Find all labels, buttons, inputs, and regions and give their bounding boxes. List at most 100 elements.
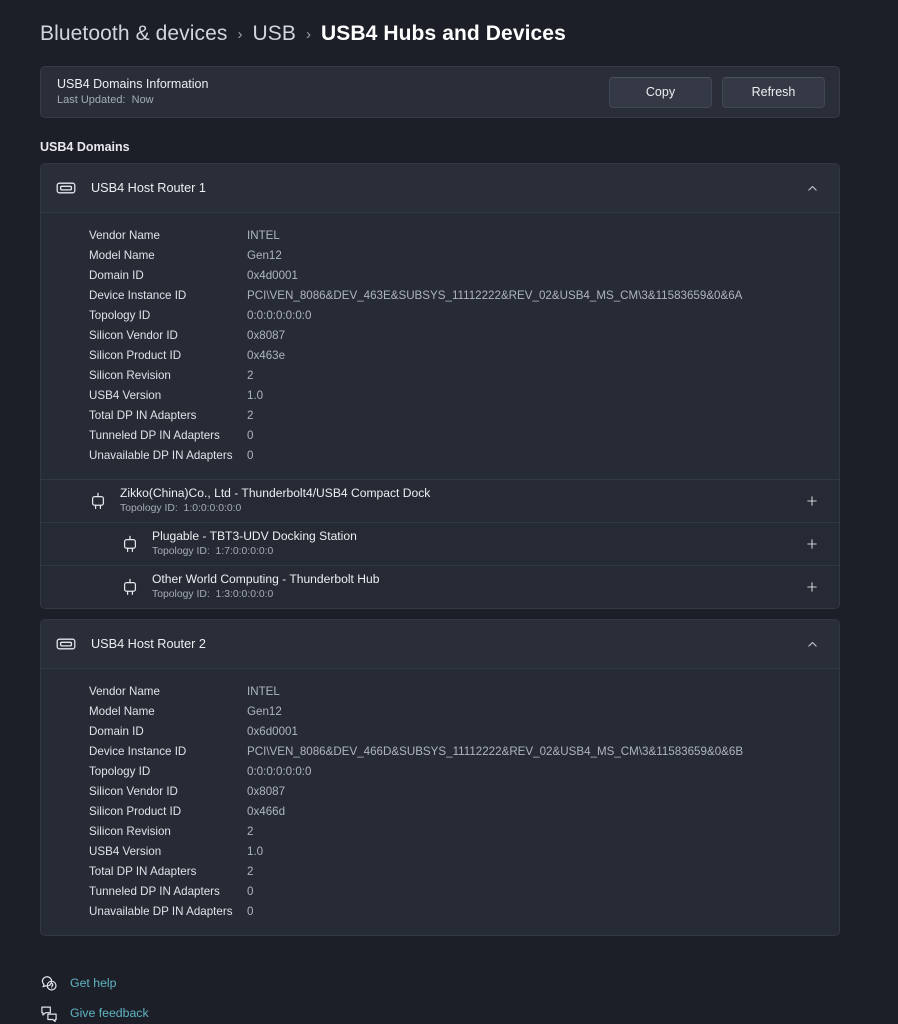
property-row: Silicon Revision 2 [41, 365, 839, 385]
device-row[interactable]: Plugable - TBT3-UDV Docking Station Topol… [41, 522, 839, 565]
property-value: 0x8087 [247, 784, 286, 798]
property-row: Vendor Name INTEL [41, 681, 839, 701]
plug-icon [89, 491, 107, 511]
device-row[interactable]: Zikko(China)Co., Ltd - Thunderbolt4/USB4… [41, 479, 839, 522]
property-value: INTEL [247, 228, 280, 242]
usb-port-icon [55, 177, 77, 199]
property-row: Silicon Product ID 0x463e [41, 345, 839, 365]
info-card-last-updated: Last Updated: Now [57, 93, 599, 108]
settings-page: Bluetooth & devices › USB › USB4 Hubs and De… [0, 0, 898, 1024]
property-value: PCI\VEN_8086&DEV_463E&SUBSYS_11112222&RE… [247, 288, 743, 302]
plus-icon[interactable] [801, 576, 823, 598]
breadcrumb-separator: › [306, 26, 312, 43]
property-row: Silicon Product ID 0x466d [41, 801, 839, 821]
plug-icon [121, 534, 139, 554]
property-value: 1.0 [247, 388, 264, 402]
property-row: Silicon Vendor ID 0x8087 [41, 325, 839, 345]
property-key: Silicon Vendor ID [89, 328, 178, 342]
breadcrumb-current: USB4 Hubs and Devices [321, 22, 566, 45]
property-value: 2 [247, 408, 254, 422]
property-value: 0 [247, 448, 254, 462]
property-row: Device Instance ID PCI\VEN_8086&DEV_463E&… [41, 285, 839, 305]
property-key: Domain ID [89, 724, 144, 738]
section-title: USB4 Domains [40, 140, 130, 154]
copy-button[interactable]: Copy [609, 76, 712, 108]
property-row: Tunneled DP IN Adapters 0 [41, 881, 839, 901]
property-value: 2 [247, 864, 254, 878]
property-key: Silicon Revision [89, 824, 171, 838]
plus-icon[interactable] [801, 533, 823, 555]
chevron-up-icon[interactable] [801, 177, 823, 199]
property-row: USB4 Version 1.0 [41, 385, 839, 405]
router-properties: Vendor Name INTEL Model Name Gen12 Domain ID… [41, 212, 839, 479]
topology-label: Topology ID: [120, 503, 178, 514]
device-text: Zikko(China)Co., Ltd - Thunderbolt4/USB4… [120, 486, 801, 516]
breadcrumb-link-0[interactable]: Bluetooth & devices [40, 22, 228, 46]
usb4-domains-list: USB4 Host Router 1 Vendor Name INTEL Model … [0, 163, 898, 936]
property-key: Unavailable DP IN Adapters [89, 904, 233, 918]
property-key: Topology ID [89, 308, 151, 322]
last-updated-label: Last Updated: [57, 94, 126, 106]
property-key: Total DP IN Adapters [89, 864, 197, 878]
plug-icon [121, 577, 139, 597]
info-card-text: USB4 Domains Information Last Updated: N… [57, 76, 599, 108]
footer-link-get-help[interactable]: Get help [40, 968, 898, 998]
property-value: 0x6d0001 [247, 724, 298, 738]
feedback-icon [40, 1004, 58, 1022]
router-title: USB4 Host Router 1 [91, 181, 206, 195]
property-row: Topology ID 0:0:0:0:0:0:0 [41, 305, 839, 325]
breadcrumb-link-1[interactable]: USB [253, 22, 296, 46]
footer-link-give-feedback[interactable]: Give feedback [40, 998, 898, 1024]
breadcrumb: Bluetooth & devices › USB › USB4 Hubs and De… [0, 0, 898, 66]
property-row: Device Instance ID PCI\VEN_8086&DEV_466D&… [41, 741, 839, 761]
topology-value: 1:3:0:0:0:0:0 [215, 589, 274, 600]
property-key: Total DP IN Adapters [89, 408, 197, 422]
device-name: Plugable - TBT3-UDV Docking Station [152, 529, 357, 543]
property-key: Model Name [89, 248, 155, 262]
topology-value: 1:0:0:0:0:0:0 [183, 503, 242, 514]
info-card-title: USB4 Domains Information [57, 77, 209, 91]
property-key: Tunneled DP IN Adapters [89, 884, 220, 898]
usb-port-icon [55, 633, 77, 655]
device-topology: Topology ID: 1:0:0:0:0:0:0 [120, 502, 801, 516]
property-row: Domain ID 0x4d0001 [41, 265, 839, 285]
property-key: Topology ID [89, 764, 151, 778]
last-updated-value: Now [131, 94, 154, 106]
property-value: PCI\VEN_8086&DEV_466D&SUBSYS_11112222&RE… [247, 744, 744, 758]
property-value: 0 [247, 884, 254, 898]
usb4-domain-card: USB4 Host Router 1 Vendor Name INTEL Model … [40, 163, 840, 609]
footer-links: Get help Give feedback [0, 946, 898, 1024]
property-row: Model Name Gen12 [41, 245, 839, 265]
property-row: USB4 Version 1.0 [41, 841, 839, 861]
property-value: Gen12 [247, 248, 282, 262]
property-row: Domain ID 0x6d0001 [41, 721, 839, 741]
property-value: 0 [247, 904, 254, 918]
property-row: Silicon Revision 2 [41, 821, 839, 841]
device-name: Zikko(China)Co., Ltd - Thunderbolt4/USB4… [120, 486, 431, 500]
property-value: 2 [247, 824, 254, 838]
topology-label: Topology ID: [152, 546, 210, 557]
property-value: 0:0:0:0:0:0:0 [247, 764, 312, 778]
property-row: Topology ID 0:0:0:0:0:0:0 [41, 761, 839, 781]
router-properties: Vendor Name INTEL Model Name Gen12 Domain ID… [41, 668, 839, 935]
topology-label: Topology ID: [152, 589, 210, 600]
device-text: Plugable - TBT3-UDV Docking Station Topol… [152, 529, 801, 559]
property-key: USB4 Version [89, 388, 162, 402]
refresh-button[interactable]: Refresh [722, 76, 825, 108]
plus-icon[interactable] [801, 490, 823, 512]
property-key: Device Instance ID [89, 288, 187, 302]
property-row: Vendor Name INTEL [41, 225, 839, 245]
chevron-up-icon[interactable] [801, 633, 823, 655]
property-row: Unavailable DP IN Adapters 0 [41, 901, 839, 921]
property-key: Silicon Product ID [89, 348, 182, 362]
device-topology: Topology ID: 1:3:0:0:0:0:0 [152, 588, 801, 602]
property-key: Silicon Revision [89, 368, 171, 382]
footer-link-label: Get help [70, 976, 117, 990]
router-header-1[interactable]: USB4 Host Router 1 [41, 164, 839, 212]
property-key: USB4 Version [89, 844, 162, 858]
router-header-2[interactable]: USB4 Host Router 2 [41, 620, 839, 668]
property-value: 0 [247, 428, 254, 442]
router-title: USB4 Host Router 2 [91, 637, 206, 651]
device-name: Other World Computing - Thunderbolt Hub [152, 572, 380, 586]
device-row[interactable]: Other World Computing - Thunderbolt Hub T… [41, 565, 839, 608]
